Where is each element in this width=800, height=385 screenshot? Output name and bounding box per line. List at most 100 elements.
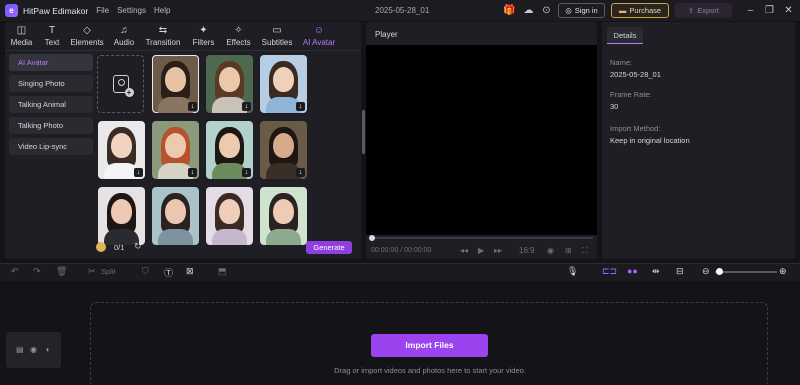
microphone-icon[interactable]: 🎙 [567, 266, 578, 277]
sidebar-item-singing-photo[interactable]: Singing Photo [9, 75, 93, 92]
tab-text[interactable]: T Text [38, 22, 66, 49]
zoom-in-icon[interactable]: ⊕ [779, 266, 787, 277]
delete-icon[interactable]: 🗑 [56, 266, 67, 277]
menu-file[interactable]: File [96, 6, 109, 15]
effects-icon: ✧ [234, 25, 243, 36]
shield-icon[interactable]: ⛉ [142, 266, 149, 277]
player-title: Player [375, 30, 398, 39]
elements-icon: ◇ [83, 25, 91, 36]
download-icon[interactable]: ↓ [134, 168, 143, 177]
download-icon[interactable]: ↓ [188, 168, 197, 177]
avatar-thumbnail[interactable] [260, 187, 307, 245]
tab-divider [5, 50, 361, 51]
playback-progress-bar[interactable] [370, 237, 593, 239]
tab-subtitles[interactable]: ▭ Subtitles [256, 22, 298, 49]
aspect-ratio-select[interactable]: 16:9 [519, 246, 535, 255]
split-track-icon[interactable]: ⇹ [652, 266, 660, 277]
minimize-icon[interactable]: – [744, 4, 757, 17]
split-icon[interactable]: ✂ [88, 266, 96, 277]
user-icon: ◎ [565, 6, 572, 15]
media-icon: ◫ [16, 25, 27, 36]
tab-filters[interactable]: ✦ Filters [186, 22, 221, 49]
avatar-thumbnail[interactable]: ↓ [206, 121, 253, 179]
generate-button[interactable]: Generate [306, 241, 352, 254]
asset-tabs: ◫ Media T Text ◇ Elements ♫ Audio ⇆ Transitio… [5, 22, 361, 51]
download-icon[interactable]: ↓ [296, 168, 305, 177]
avatar-thumbnail[interactable]: ↓ [260, 121, 307, 179]
tab-details[interactable]: Details [607, 27, 643, 44]
download-icon[interactable]: ↓ [188, 102, 197, 111]
tab-ai-avatar[interactable]: ☺ AI Avatar [298, 22, 340, 51]
audio-icon: ♫ [120, 25, 128, 36]
gift-icon[interactable]: 🎁 [503, 4, 516, 17]
close-icon[interactable]: ✕ [782, 4, 795, 17]
player-panel: Player 00:00:00 / 00:00:00 ◂◂ ▶ ▸▸ 16:9 … [366, 22, 597, 259]
avatar-thumbnail[interactable]: ↓ [98, 121, 145, 179]
fullscreen-icon[interactable]: ⛶ [582, 246, 588, 256]
purchase-button[interactable]: ▬ Purchase [611, 3, 669, 18]
tab-transition[interactable]: ⇆ Transition [140, 22, 186, 49]
text-icon: T [48, 25, 56, 36]
split-label[interactable]: Split [101, 267, 116, 276]
import-files-button[interactable]: Import Files [371, 334, 488, 357]
filters-icon: ✦ [199, 25, 208, 36]
fit-timeline-icon[interactable]: ⊟ [676, 266, 684, 277]
tab-media[interactable]: ◫ Media [5, 22, 38, 49]
download-icon[interactable]: ⊙ [540, 4, 553, 17]
sidebar-item-ai-avatar[interactable]: AI Avatar [9, 54, 93, 71]
restore-icon[interactable]: ❐ [763, 4, 776, 17]
menu-help[interactable]: Help [154, 6, 170, 15]
text-tool-icon[interactable]: Ⓣ [164, 266, 173, 279]
menu-settings[interactable]: Settings [117, 6, 146, 15]
zoom-slider[interactable] [715, 271, 777, 273]
previous-frame-icon[interactable]: ◂◂ [460, 246, 468, 255]
avatar-grid-scrollbar[interactable] [362, 110, 365, 154]
drop-hint: Drag or import videos and photos here to… [334, 366, 526, 375]
name-value: 2025-05-28_01 [610, 70, 661, 79]
frame-rate-value: 30 [610, 102, 619, 111]
transition-icon: ⇆ [158, 25, 168, 36]
avatar-thumbnail[interactable] [98, 187, 145, 245]
avatar-thumbnail[interactable] [152, 187, 199, 245]
next-frame-icon[interactable]: ▸▸ [494, 246, 502, 255]
ai-avatar-icon: ☺ [313, 25, 325, 36]
avatar-thumbnail[interactable]: ↓ [206, 55, 253, 113]
export-frame-icon[interactable]: ⬒ [218, 266, 227, 277]
name-label: Name: [610, 58, 633, 67]
magnet-icon[interactable]: ●● [627, 266, 638, 276]
redo-icon[interactable]: ↷ [33, 266, 41, 277]
cloud-icon[interactable]: ☁ [522, 4, 535, 17]
download-icon[interactable]: ↓ [296, 102, 305, 111]
sign-in-button[interactable]: ◎ Sign in [558, 3, 605, 18]
play-icon[interactable]: ▶ [478, 246, 484, 255]
frame-rate-label: Frame Rate: [610, 90, 652, 99]
avatar-grid: ↓ ↓ ↓ ↓ ↓ ↓ ↓ [97, 54, 361, 258]
avatar-thumbnail[interactable]: ↓ [152, 121, 199, 179]
undo-icon[interactable]: ↶ [11, 266, 19, 277]
crop-icon[interactable]: ⊠ [186, 266, 194, 277]
avatar-thumbnail[interactable] [206, 187, 253, 245]
sidebar-item-video-lip-sync[interactable]: Video Lip-sync [9, 138, 93, 155]
import-method-label: Import Method: [610, 124, 661, 133]
app-name: HitPaw Edimakor [23, 5, 89, 16]
avatar-thumbnail[interactable]: ↓ [260, 55, 307, 113]
zoom-slider-handle[interactable] [716, 268, 723, 275]
zoom-out-icon[interactable]: ⊖ [702, 266, 710, 277]
export-button[interactable]: ⇪ Export [675, 3, 732, 18]
sidebar-item-talking-animal[interactable]: Talking Animal [9, 96, 93, 113]
mute-icon[interactable]: ◖ [45, 345, 50, 354]
link-icon[interactable]: ⊏⊐ [602, 266, 617, 277]
tab-audio[interactable]: ♫ Audio [108, 22, 140, 49]
playhead-knob[interactable] [369, 235, 375, 241]
upload-avatar-button[interactable] [97, 55, 144, 113]
visibility-icon[interactable]: ◉ [30, 345, 37, 354]
snapshot-icon[interactable]: ◉ [547, 246, 554, 255]
refresh-icon[interactable]: ↻ [134, 241, 142, 252]
quality-icon[interactable]: ⊞ [565, 246, 572, 255]
download-icon[interactable]: ↓ [242, 168, 251, 177]
tab-effects[interactable]: ✧ Effects [221, 22, 256, 49]
tab-elements[interactable]: ◇ Elements [66, 22, 108, 49]
avatar-thumbnail[interactable]: ↓ [152, 55, 199, 113]
sidebar-item-talking-photo[interactable]: Talking Photo [9, 117, 93, 134]
download-icon[interactable]: ↓ [242, 102, 251, 111]
